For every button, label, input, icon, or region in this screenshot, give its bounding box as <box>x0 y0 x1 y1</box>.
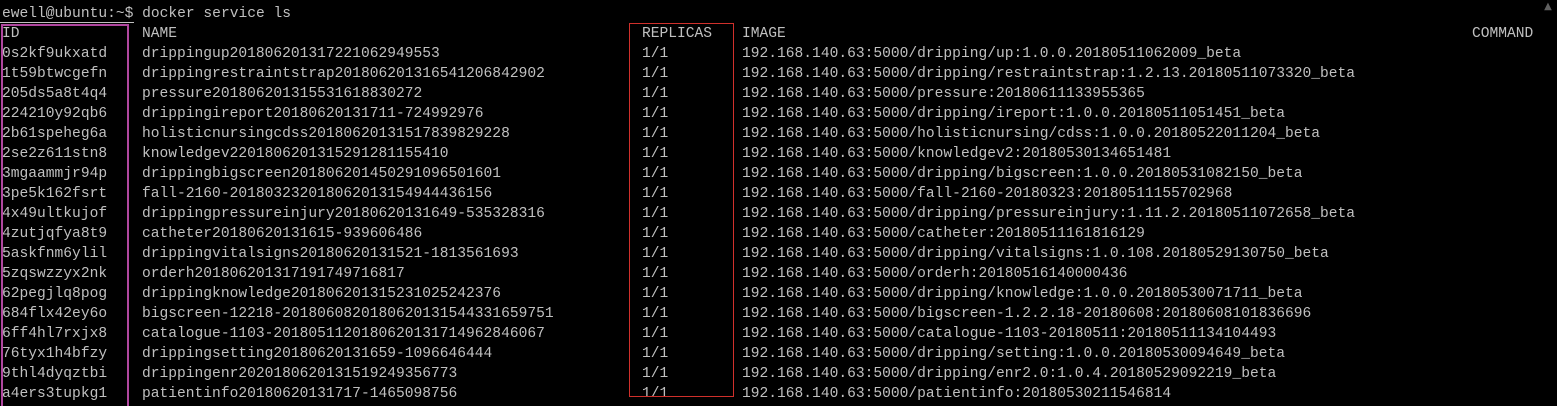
service-image: 192.168.140.63:5000/dripping/ireport:1.0… <box>742 106 1285 122</box>
service-name: drippingpressureinjury20180620131649-535… <box>142 206 545 222</box>
service-name: orderh201806201317191749716817 <box>142 266 405 282</box>
prompt-underline <box>0 22 134 23</box>
table-row: 684flx42ey6o bigscreen-12218-201806082018… <box>0 304 1557 324</box>
table-row: 6ff4hl7rxjx8 catalogue-1103-2018051120180… <box>0 324 1557 344</box>
command-prompt: ewell@ubuntu:~$ docker service ls <box>2 6 292 22</box>
service-image: 192.168.140.63:5000/catheter:20180511161… <box>742 226 1145 242</box>
service-image: 192.168.140.63:5000/dripping/vitalsigns:… <box>742 246 1329 262</box>
service-name: drippingbigscreen20180620145029109650160… <box>142 166 502 182</box>
service-name: patientinfo20180620131717-1465098756 <box>142 386 458 402</box>
up-arrow-icon[interactable]: ▲ <box>1541 0 1555 14</box>
table-row: 205ds5a8t4q4 pressure20180620131553161883… <box>0 84 1557 104</box>
service-name: drippingup201806201317221062949553 <box>142 46 440 62</box>
service-name: drippingrestraintstrap201806201316541206… <box>142 66 545 82</box>
header-image: IMAGE <box>742 26 786 42</box>
service-name: drippingvitalsigns20180620131521-1813561… <box>142 246 519 262</box>
service-image: 192.168.140.63:5000/dripping/pressureinj… <box>742 206 1356 222</box>
service-name: knowledgev2201806201315291281155410 <box>142 146 449 162</box>
service-name: catalogue-1103-2018051120180620131714962… <box>142 326 545 342</box>
service-name: drippingireport20180620131711-724992976 <box>142 106 484 122</box>
service-image: 192.168.140.63:5000/dripping/enr2.0:1.0.… <box>742 366 1277 382</box>
service-image: 192.168.140.63:5000/dripping/knowledge:1… <box>742 286 1303 302</box>
table-row: 3pe5k162fsrt fall-2160-201803232018062013… <box>0 184 1557 204</box>
service-name: holisticnursingcdss201806201315178398292… <box>142 126 510 142</box>
table-row: 5askfnm6ylil drippingvitalsigns2018062013… <box>0 244 1557 264</box>
service-image: 192.168.140.63:5000/fall-2160-20180323:2… <box>742 186 1233 202</box>
service-image: 192.168.140.63:5000/knowledgev2:20180530… <box>742 146 1172 162</box>
service-name: drippingsetting20180620131659-1096646444 <box>142 346 493 362</box>
service-image: 192.168.140.63:5000/catalogue-1103-20180… <box>742 326 1277 342</box>
service-name: fall-2160-201803232018062013154944436156 <box>142 186 493 202</box>
table-row: 2se2z611stn8 knowledgev220180620131529128… <box>0 144 1557 164</box>
service-image: 192.168.140.63:5000/bigscreen-1.2.2.18-2… <box>742 306 1312 322</box>
header-name: NAME <box>142 26 178 42</box>
table-row: 4x49ultkujof drippingpressureinjury201806… <box>0 204 1557 224</box>
header-command: COMMAND <box>1472 26 1534 42</box>
service-image: 192.168.140.63:5000/patientinfo:20180530… <box>742 386 1172 402</box>
terminal-window[interactable]: ewell@ubuntu:~$ docker service ls ▲ ID N… <box>0 0 1557 406</box>
table-row: a4ers3tupkg1 patientinfo20180620131717-14… <box>0 384 1557 404</box>
replicas-column-highlight <box>629 23 734 397</box>
service-image: 192.168.140.63:5000/dripping/bigscreen:1… <box>742 166 1303 182</box>
table-row: 0s2kf9ukxatd drippingup201806201317221062… <box>0 44 1557 64</box>
table-row: 76tyx1h4bfzy drippingsetting2018062013165… <box>0 344 1557 364</box>
service-name: catheter20180620131615-939606486 <box>142 226 423 242</box>
service-image: 192.168.140.63:5000/dripping/setting:1.0… <box>742 346 1285 362</box>
table-header: ID NAME REPLICAS IMAGE COMMAND <box>0 24 1557 44</box>
id-column-highlight <box>1 24 129 406</box>
service-name: drippingknowledge20180620131523102524237… <box>142 286 502 302</box>
service-image: 192.168.140.63:5000/dripping/restraintst… <box>742 66 1356 82</box>
table-row: 2b61speheg6a holisticnursingcdss201806201… <box>0 124 1557 144</box>
table-row: 4zutjqfya8t9 catheter20180620131615-93960… <box>0 224 1557 244</box>
service-image: 192.168.140.63:5000/orderh:2018051614000… <box>742 266 1128 282</box>
table-row: 3mgaammjr94p drippingbigscreen20180620145… <box>0 164 1557 184</box>
service-name: drippingenr2020180620131519249356773 <box>142 366 458 382</box>
service-image: 192.168.140.63:5000/dripping/up:1.0.0.20… <box>742 46 1242 62</box>
table-row: 62pegjlq8pog drippingknowledge20180620131… <box>0 284 1557 304</box>
table-row: 224210y92qb6 drippingireport2018062013171… <box>0 104 1557 124</box>
table-row: 1t59btwcgefn drippingrestraintstrap201806… <box>0 64 1557 84</box>
table-row: 5zqswzzyx2nk orderh2018062013171917497168… <box>0 264 1557 284</box>
service-name: bigscreen-12218-201806082018062013154433… <box>142 306 554 322</box>
service-image: 192.168.140.63:5000/holisticnursing/cdss… <box>742 126 1321 142</box>
table-row: 9thl4dyqztbi drippingenr20201806201315192… <box>0 364 1557 384</box>
service-image: 192.168.140.63:5000/pressure:20180611133… <box>742 86 1145 102</box>
service-name: pressure201806201315531618830272 <box>142 86 423 102</box>
